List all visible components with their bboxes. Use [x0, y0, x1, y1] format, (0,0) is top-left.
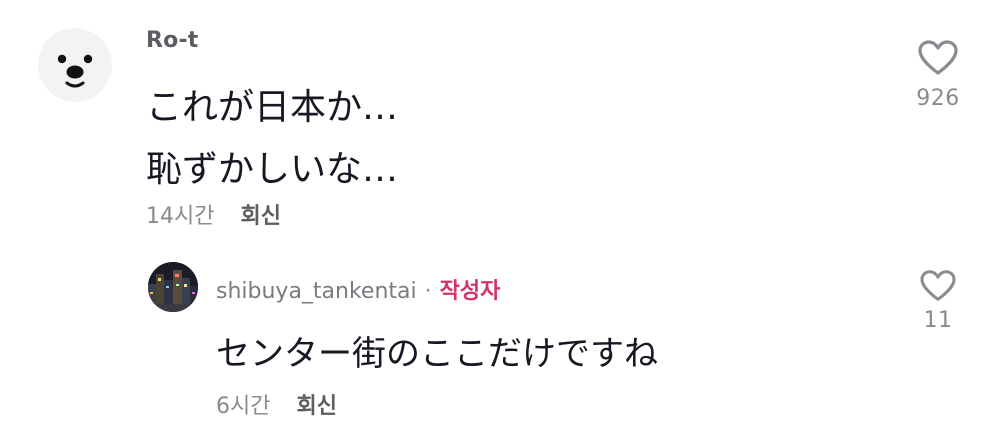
like-button[interactable]: 926 [908, 40, 968, 111]
comment-username[interactable]: Ro-t [146, 28, 199, 53]
avatar[interactable] [38, 28, 112, 102]
comment-text-line: これが日本か… [146, 87, 399, 128]
comment-text-line: 恥ずかしいな… [146, 149, 399, 190]
like-button[interactable]: 11 [914, 270, 962, 333]
reply-username[interactable]: shibuya_tankentai [216, 279, 417, 304]
like-count: 926 [916, 86, 960, 111]
reply-header: shibuya_tankentai · 작성자 [216, 273, 500, 305]
comment-item: Ro-t これが日本か… 恥ずかしいな… 14시간 회신 926 [0, 0, 1000, 250]
comment-timestamp: 14시간 [146, 204, 215, 229]
avatar[interactable] [148, 262, 198, 312]
heart-icon[interactable] [914, 270, 962, 302]
reply-button[interactable]: 회신 [296, 394, 336, 419]
separator-dot: · [424, 279, 432, 304]
author-badge: 작성자 [439, 279, 501, 304]
polar-bear-avatar-icon [38, 28, 112, 102]
like-count: 11 [923, 308, 953, 333]
reply-timestamp: 6시간 [216, 394, 271, 419]
city-night-avatar-icon [148, 262, 198, 312]
comment-meta: 14시간 회신 [146, 198, 281, 230]
reply-meta: 6시간 회신 [216, 388, 337, 420]
heart-icon[interactable] [908, 40, 968, 76]
reply-button[interactable]: 회신 [240, 204, 280, 229]
reply-text: センター街のここだけですね [216, 334, 658, 374]
